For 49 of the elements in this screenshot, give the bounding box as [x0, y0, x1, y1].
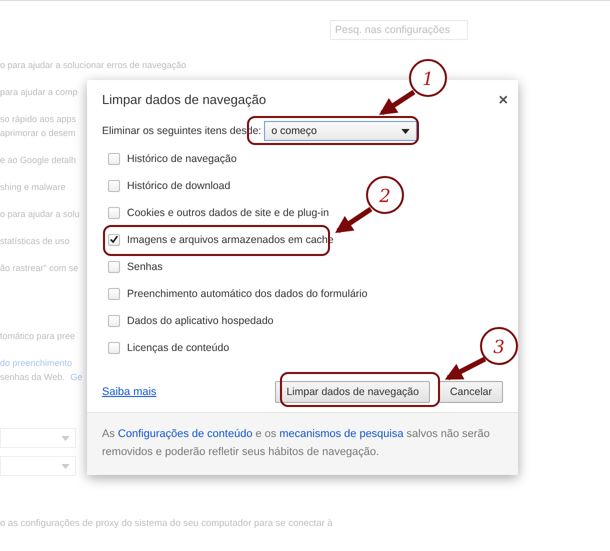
settings-text: para ajudar a comp — [0, 87, 78, 97]
clear-data-button[interactable]: Limpar dados de navegação — [275, 381, 430, 403]
note-link[interactable]: mecanismos de pesquisa — [279, 428, 404, 440]
checkbox[interactable] — [108, 342, 120, 354]
period-dropdown[interactable]: o começo — [264, 121, 418, 141]
settings-text: statísticas de uso — [0, 236, 70, 246]
checkbox[interactable] — [108, 206, 120, 218]
dropdown[interactable] — [0, 456, 76, 476]
checkbox[interactable] — [108, 314, 120, 326]
checkbox-label[interactable]: Senhas — [127, 260, 163, 272]
checkbox-label[interactable]: Histórico de navegação — [127, 152, 237, 164]
caret-icon — [61, 464, 70, 469]
settings-text: tomático para pree — [0, 331, 76, 341]
arrow — [379, 90, 416, 116]
settings-text: o para ajudar a solucionar erros de navegação — [0, 60, 186, 70]
checkbox-label[interactable]: Preenchimento automático dos dados do formulário — [127, 288, 368, 300]
settings-text: shing e malware — [0, 182, 66, 192]
learn-more-link[interactable]: Saiba mais — [102, 386, 156, 398]
callout-circle — [366, 176, 404, 214]
settings-text: so rápido aos apps — [0, 114, 76, 124]
checkbox[interactable] — [108, 180, 120, 192]
checkbox-label[interactable]: Cookies e outros dados de site e de plug-in — [127, 206, 329, 218]
arrow — [444, 356, 486, 380]
callout-number: 1 — [422, 69, 434, 90]
search-field[interactable]: Pesq. nas configurações — [330, 20, 468, 40]
settings-text: senhas da Web. — [0, 372, 65, 382]
settings-text: ão rastrear" com se — [0, 263, 78, 273]
settings-text: e ao Google detalh — [0, 155, 76, 165]
checkbox[interactable] — [108, 234, 120, 246]
caret-icon — [61, 436, 70, 441]
close-button[interactable]: × — [496, 93, 510, 109]
checkbox-label[interactable]: Histórico de download — [127, 180, 230, 192]
arrow — [335, 206, 372, 234]
callout-number: 2 — [379, 186, 391, 207]
checkbox[interactable] — [108, 260, 120, 272]
settings-text: aprimorar o desem — [0, 128, 76, 138]
callout-number: 3 — [493, 337, 505, 358]
checkbox[interactable] — [108, 288, 120, 300]
dialog-note: As Configurações de conteúdo e os mecanismos de pesquisa salvos não serão removidos e poderão refletir seus hábitos de navegação. — [87, 412, 518, 475]
note-link[interactable]: Configurações de conteúdo — [118, 428, 252, 440]
checkbox-label[interactable]: Licenças de conteúdo — [127, 342, 230, 354]
dropdown[interactable] — [0, 428, 76, 448]
cancel-button[interactable]: Cancelar — [438, 381, 503, 403]
caret-icon — [401, 128, 410, 134]
checkbox-label[interactable]: Dados do aplicativo hospedado — [127, 314, 274, 326]
settings-text: o para ajudar a solu — [0, 209, 80, 219]
dialog-title: Limpar dados de navegação — [102, 92, 266, 108]
settings-text: o as configurações de proxy do sistema do seu computador para se conectar à — [0, 518, 334, 529]
checkbox[interactable] — [108, 152, 120, 164]
